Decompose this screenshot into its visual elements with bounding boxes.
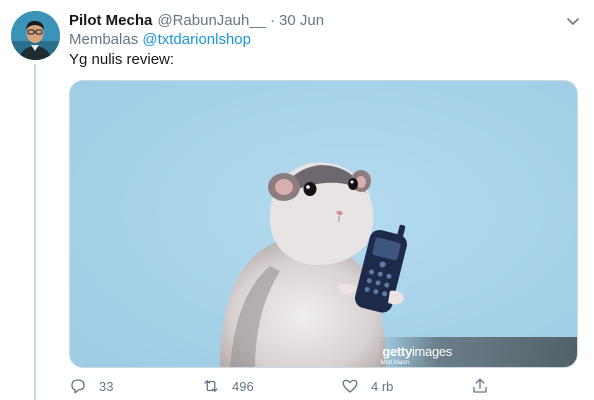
reply-count: 33 [99,378,114,394]
watermark-credit: Mon Maon [380,360,409,366]
user-handle[interactable]: @RabunJauh__ [157,12,266,29]
reply-button[interactable]: 33 [69,377,113,395]
share-button[interactable] [471,377,501,395]
reply-icon [71,379,85,394]
watermark-brand-suffix: images [411,344,452,359]
separator-dot: · [270,11,275,29]
tweet-actions: 33 496 4 rb [69,377,509,397]
like-button[interactable]: 4 rb [341,377,393,395]
avatar[interactable] [11,11,60,60]
retweet-icon [204,380,218,392]
tweet-date[interactable]: 30 Jun [279,12,324,29]
retweet-count: 496 [232,378,254,394]
thread-line [34,64,36,400]
chevron-down-icon[interactable] [564,12,582,30]
watermark-logo: gettyimages [382,344,452,359]
watermark-brand: getty [382,344,412,359]
reply-context: Membalas @txtdarionlshop [69,31,251,48]
retweet-button[interactable]: 496 [202,377,254,395]
heart-icon [342,379,358,393]
share-icon [473,378,487,393]
like-count: 4 rb [371,378,394,394]
reply-prefix: Membalas [69,31,139,48]
display-name[interactable]: Pilot Mecha [69,12,152,29]
reply-mention-link[interactable]: @txtdarionlshop [142,31,251,48]
tweet-text: Yg nulis review: [69,51,175,68]
tweet-photo[interactable]: gettyimages Mon Maon [69,80,578,368]
tweet-header: Pilot Mecha @RabunJauh__ · 30 Jun [69,10,324,30]
